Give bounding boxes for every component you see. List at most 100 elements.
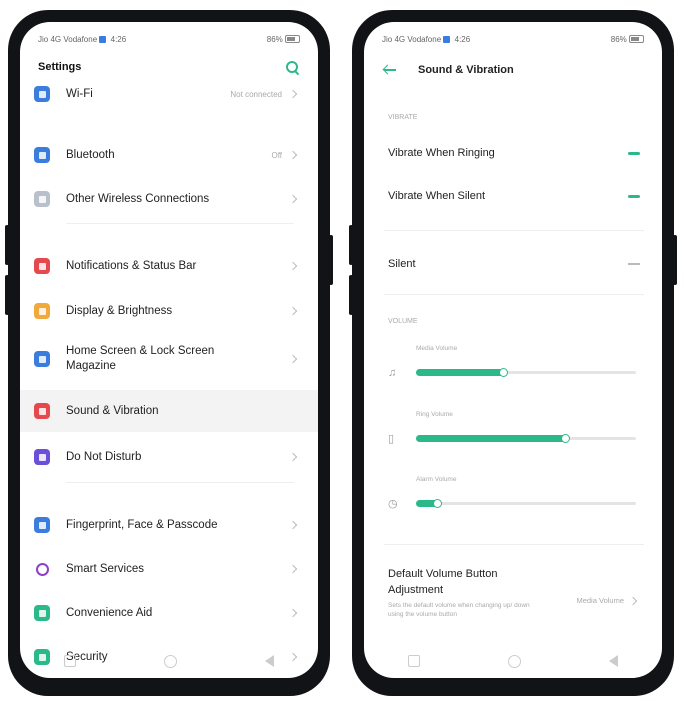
status-time: 4:26 [454,34,471,44]
vibrate-silent-row[interactable]: Vibrate When Silent [388,185,644,207]
wifi-icon [34,86,50,102]
smart-services-icon [34,561,50,577]
settings-item-label: Bluetooth [66,148,115,161]
divider [384,294,644,295]
home-icon[interactable] [164,654,177,668]
back-arrow-icon[interactable] [382,63,396,77]
chevron-right-icon [288,451,300,463]
settings-item-label: Sound & Vibration [66,404,159,417]
settings-item-label: Do Not Disturb [66,450,142,463]
settings-item-convenience-aid[interactable]: Convenience Aid [20,595,318,631]
volume-button [349,225,353,265]
chevron-right-icon [288,305,300,317]
default-volume-button-row[interactable]: Default Volume Button Adjustment Sets th… [388,566,644,619]
divider [384,230,644,231]
sound-vibration-screen: Jio 4G Vodafone 4:26 86% Sound & Vibrati… [364,22,662,678]
app-notification-icon [443,35,451,43]
settings-item-bluetooth[interactable]: Bluetooth Off [20,137,318,173]
settings-item-other-wireless[interactable]: Other Wireless Connections [20,181,318,217]
default-volume-title: Default Volume Button Adjustment [388,568,498,596]
sound-icon [34,403,50,419]
chevron-right-icon [288,519,300,531]
wireless-connections-icon [34,191,50,207]
convenience-aid-icon [34,605,50,621]
search-icon[interactable] [285,60,300,75]
vibrate-silent-label: Vibrate When Silent [388,190,486,202]
volume-thumb[interactable] [560,434,570,443]
settings-item-label: Home Screen & Lock Screen Magazine [66,345,215,372]
home-icon[interactable] [508,654,521,668]
vibrate-ringing-toggle[interactable] [622,148,644,158]
vibrate-silent-toggle[interactable] [622,191,644,201]
divider [66,223,294,224]
status-bar: Jio 4G Vodafone 4:26 86% [38,32,300,46]
status-time: 4:26 [110,34,127,44]
vibrate-ringing-label: Vibrate When Ringing [388,147,495,159]
power-button [329,235,333,285]
back-icon[interactable] [609,655,618,667]
settings-item-sound-vibration[interactable]: Sound & Vibration [20,390,318,432]
chevron-right-icon [288,88,300,100]
vibrate-ringing-row[interactable]: Vibrate When Ringing [388,142,644,164]
volume-thumb[interactable] [433,499,442,508]
chevron-right-icon [288,260,300,272]
navigation-bar [364,644,662,678]
volume-label: Media Volume [416,345,458,352]
silent-label: Silent [388,258,416,270]
volume-button [5,275,9,315]
settings-item-display[interactable]: Display & Brightness [20,293,318,329]
section-header-vibrate: VIBRATE [388,114,418,121]
section-header-volume: VOLUME [388,318,418,325]
bluetooth-icon [34,147,50,163]
volume-label: Ring Volume [416,411,453,418]
app-notification-icon [99,35,107,43]
back-icon[interactable] [265,655,274,667]
recents-icon[interactable] [64,655,76,667]
settings-item-wifi[interactable]: Wi-Fi Not connected [20,78,318,110]
status-battery: 86% [266,34,283,44]
battery-icon [629,35,644,44]
volume-track[interactable] [416,434,636,443]
notifications-icon [34,258,50,274]
page-title: Sound & Vibration [418,64,514,76]
moon-icon [34,449,50,465]
music-note-icon: ♫ [388,367,397,379]
silent-row[interactable]: Silent [388,253,644,275]
volume-track[interactable] [416,499,636,508]
volume-thumb[interactable] [499,368,508,377]
settings-item-label: Display & Brightness [66,304,173,317]
settings-item-value: Off [271,150,282,160]
volume-track[interactable] [416,368,636,377]
volume-label: Alarm Volume [416,476,457,483]
silent-switch[interactable] [628,263,640,265]
power-button [673,235,677,285]
status-battery: 86% [610,34,627,44]
settings-item-notifications[interactable]: Notifications & Status Bar [20,248,318,284]
display-brightness-icon [34,303,50,319]
divider [384,544,644,545]
phone-left: Jio 4G Vodafone 4:26 86% Settings Wi-Fi … [5,10,333,696]
chevron-right-icon [288,193,300,205]
settings-item-label: Smart Services [66,562,144,575]
recents-icon[interactable] [408,655,420,667]
settings-item-do-not-disturb[interactable]: Do Not Disturb [20,439,318,475]
header: Settings [38,54,300,80]
settings-item-home-screen[interactable]: Home Screen & Lock Screen Magazine [20,335,318,383]
header: Sound & Vibration [382,58,644,82]
media-volume-slider: ♫ Media Volume [384,345,644,385]
settings-item-label: Fingerprint, Face & Passcode [66,518,218,531]
ring-volume-slider: ▯ Ring Volume [384,411,644,451]
navigation-bar [20,644,318,678]
phone-icon: ▯ [388,433,395,445]
divider [66,482,294,483]
volume-button [349,275,353,315]
settings-item-fingerprint[interactable]: Fingerprint, Face & Passcode [20,507,318,543]
default-volume-description: Sets the default volume when changing up… [388,602,530,618]
settings-item-smart-services[interactable]: Smart Services [20,551,318,587]
volume-button [5,225,9,265]
status-carrier: Jio 4G Vodafone [382,34,442,44]
settings-item-label: Notifications & Status Bar [66,259,197,272]
home-screen-icon [34,351,50,367]
phone-right: Jio 4G Vodafone 4:26 86% Sound & Vibrati… [349,10,677,696]
settings-item-label: Other Wireless Connections [66,192,210,205]
